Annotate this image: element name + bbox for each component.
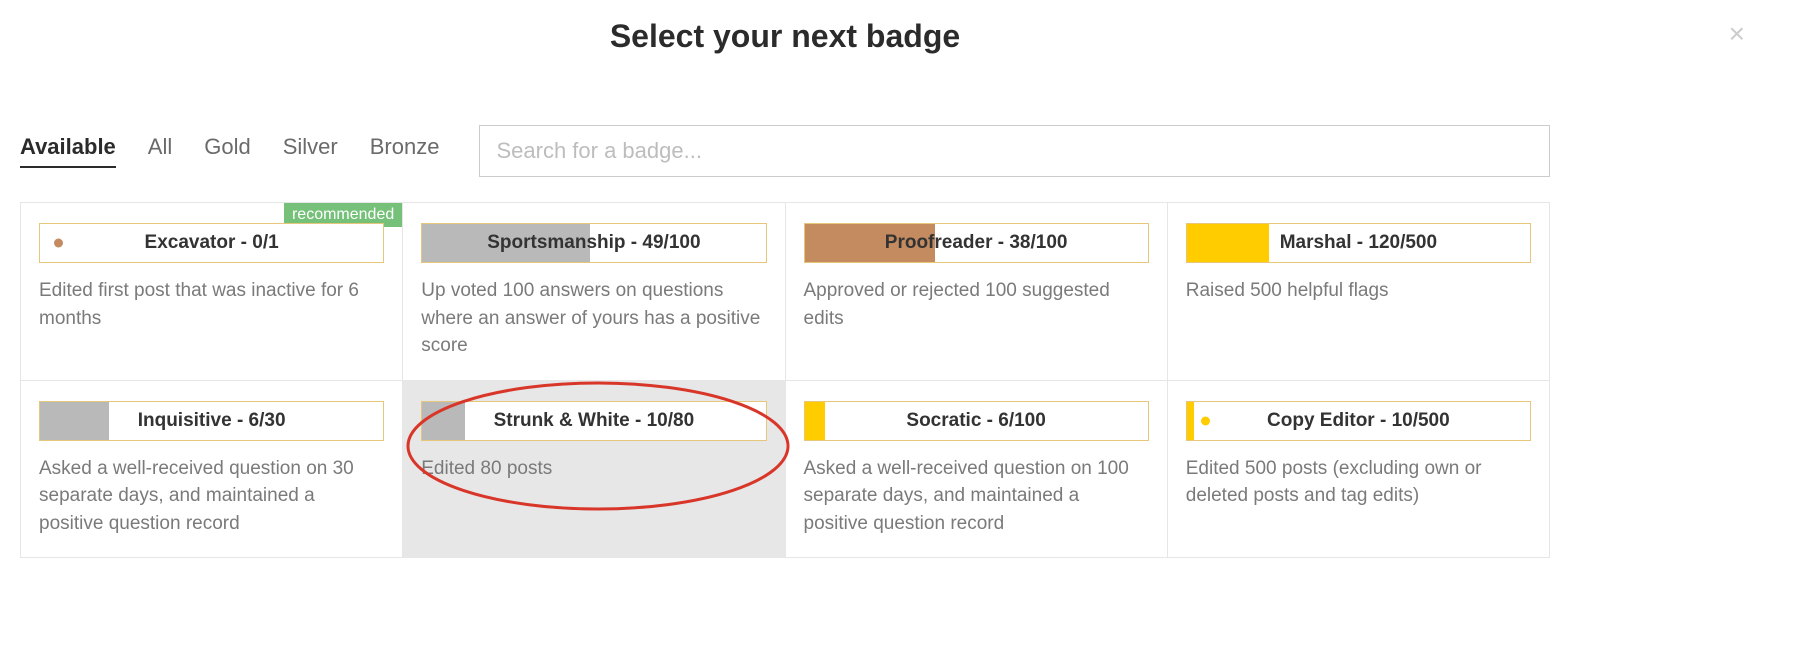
badge-description: Asked a well-received question on 100 se… — [804, 455, 1149, 538]
badge-cell[interactable]: Proofreader - 38/100 Approved or rejected… — [786, 203, 1168, 381]
badge-tier-dot-icon — [1201, 416, 1210, 425]
tab-all[interactable]: All — [148, 134, 172, 168]
badge-label: Inquisitive - 6/30 — [138, 410, 286, 432]
badge-tier-dot-icon — [54, 239, 63, 248]
badge-progress-fill — [805, 402, 826, 440]
badge-cell[interactable]: Socratic - 6/100 Asked a well-received qu… — [786, 381, 1168, 559]
badge-description: Raised 500 helpful flags — [1186, 277, 1531, 305]
badge-progress-fill — [1187, 224, 1269, 262]
tab-available[interactable]: Available — [20, 134, 116, 168]
badge-description: Up voted 100 answers on questions where … — [421, 277, 766, 360]
close-icon[interactable]: × — [1729, 20, 1745, 48]
badge-label: Socratic - 6/100 — [906, 410, 1045, 432]
tab-silver[interactable]: Silver — [283, 134, 338, 168]
badge-progress-fill — [40, 402, 109, 440]
badge-cell[interactable]: recommendedExcavator - 0/1Edited first p… — [21, 203, 403, 381]
badge-progress-fill — [1187, 402, 1194, 440]
filter-tabs: Available All Gold Silver Bronze — [20, 134, 439, 168]
badge-progress-bar[interactable]: Copy Editor - 10/500 — [1186, 401, 1531, 441]
tab-gold[interactable]: Gold — [204, 134, 250, 168]
badge-label: Strunk & White - 10/80 — [494, 410, 695, 432]
badge-progress-bar[interactable]: Sportsmanship - 49/100 — [421, 223, 766, 263]
badge-progress-bar[interactable]: Proofreader - 38/100 — [804, 223, 1149, 263]
badge-progress-bar[interactable]: Marshal - 120/500 — [1186, 223, 1531, 263]
dialog-title: Select your next badge — [20, 18, 1550, 55]
badge-cell[interactable]: Copy Editor - 10/500 Edited 500 posts (ex… — [1168, 381, 1550, 559]
badge-description: Approved or rejected 100 suggested edits — [804, 277, 1149, 332]
badge-progress-fill — [422, 402, 465, 440]
badge-label: Copy Editor - 10/500 — [1267, 410, 1450, 432]
badge-description: Edited first post that was inactive for … — [39, 277, 384, 332]
badge-progress-bar[interactable]: Strunk & White - 10/80 — [421, 401, 766, 441]
tab-bronze[interactable]: Bronze — [370, 134, 440, 168]
badge-label: Excavator - 0/1 — [145, 232, 279, 254]
badge-cell[interactable]: Sportsmanship - 49/100 Up voted 100 answe… — [403, 203, 785, 381]
badge-progress-bar[interactable]: Inquisitive - 6/30 — [39, 401, 384, 441]
badge-grid: recommendedExcavator - 0/1Edited first p… — [20, 202, 1550, 558]
badge-progress-bar[interactable]: Excavator - 0/1 — [39, 223, 384, 263]
badge-description: Asked a well-received question on 30 sep… — [39, 455, 384, 538]
badge-description: Edited 500 posts (excluding own or delet… — [1186, 455, 1531, 510]
badge-cell[interactable]: Strunk & White - 10/80 Edited 80 posts — [403, 381, 785, 559]
badge-cell[interactable]: Marshal - 120/500 Raised 500 helpful flag… — [1168, 203, 1550, 381]
search-input[interactable] — [479, 125, 1550, 177]
badge-label: Sportsmanship - 49/100 — [487, 232, 700, 254]
badge-cell[interactable]: Inquisitive - 6/30 Asked a well-received … — [21, 381, 403, 559]
annotation-circle-icon — [398, 376, 798, 516]
badge-description: Edited 80 posts — [421, 455, 766, 483]
badge-label: Marshal - 120/500 — [1280, 232, 1437, 254]
badge-label: Proofreader - 38/100 — [885, 232, 1068, 254]
badge-progress-bar[interactable]: Socratic - 6/100 — [804, 401, 1149, 441]
